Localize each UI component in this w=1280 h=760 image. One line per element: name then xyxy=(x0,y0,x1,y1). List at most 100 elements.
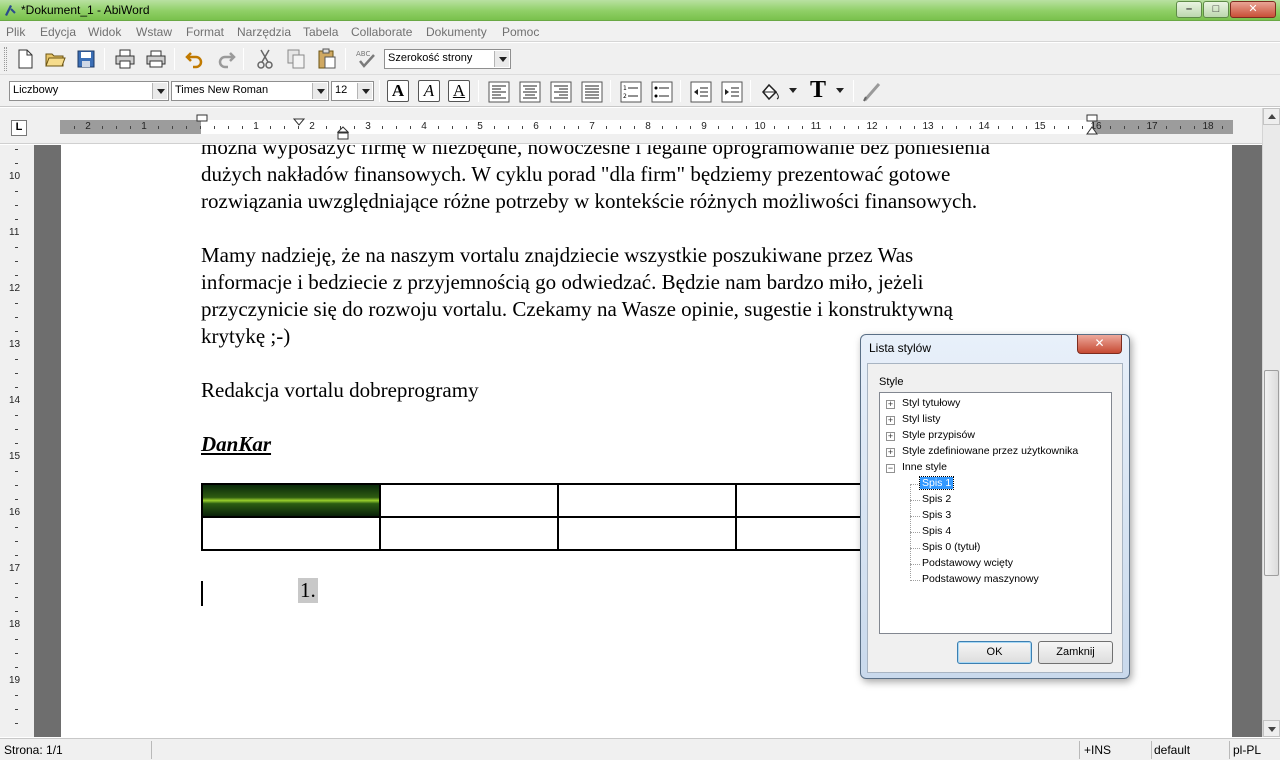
minimize-button[interactable]: – xyxy=(1176,1,1202,18)
tree-category[interactable]: Styl tytułowy xyxy=(902,397,960,409)
save-icon[interactable] xyxy=(74,47,98,71)
margin-marker-icon[interactable] xyxy=(196,114,208,122)
paragraph-2-line-1[interactable]: Mamy nadzieję, że na naszym vortalu znaj… xyxy=(201,242,913,269)
tree-category[interactable]: Styl listy xyxy=(902,413,941,425)
new-document-icon[interactable] xyxy=(13,47,37,71)
bullet-list-icon[interactable] xyxy=(650,80,674,104)
expand-icon[interactable]: + xyxy=(886,416,895,425)
chevron-down-icon[interactable] xyxy=(152,83,167,99)
left-indent-icon[interactable] xyxy=(337,126,349,140)
menu-widok[interactable]: Widok xyxy=(88,25,121,39)
paragraph-style-select[interactable]: Liczbowy xyxy=(9,81,169,101)
right-indent-icon[interactable] xyxy=(1086,126,1098,136)
styles-tree[interactable]: + Styl tytułowy + Styl listy + Style przypisó… xyxy=(879,392,1112,634)
cut-icon[interactable] xyxy=(253,47,277,71)
increase-indent-icon[interactable] xyxy=(720,80,744,104)
menu-wstaw[interactable]: Wstaw xyxy=(136,25,172,39)
dialog-close-button[interactable]: ✕ xyxy=(1077,335,1122,354)
decrease-indent-icon[interactable] xyxy=(689,80,713,104)
close-window-button[interactable]: ✕ xyxy=(1230,1,1276,18)
chevron-down-icon[interactable] xyxy=(835,84,845,94)
align-right-icon[interactable] xyxy=(549,80,573,104)
expand-icon[interactable]: + xyxy=(886,400,895,409)
underline-button[interactable]: A xyxy=(448,80,470,102)
print-icon[interactable] xyxy=(113,47,137,71)
collapse-icon[interactable]: − xyxy=(886,464,895,473)
tree-category[interactable]: Inne style xyxy=(902,461,947,473)
tree-category[interactable]: Style przypisów xyxy=(902,429,975,441)
scroll-up-button[interactable] xyxy=(1263,108,1280,125)
redo-icon[interactable] xyxy=(214,47,238,71)
paragraph-2-line-4[interactable]: krytykę ;-) xyxy=(201,323,290,350)
toolbar-grip[interactable] xyxy=(4,47,7,71)
chevron-down-icon[interactable] xyxy=(494,51,509,67)
table-cell[interactable] xyxy=(557,483,737,518)
highlight-fill-icon[interactable] xyxy=(758,80,782,104)
table-cell[interactable] xyxy=(557,516,737,551)
expand-icon[interactable]: + xyxy=(886,432,895,441)
menu-plik[interactable]: Plik xyxy=(6,25,25,39)
margin-marker-icon[interactable] xyxy=(1086,114,1098,122)
tree-item[interactable]: Spis 3 xyxy=(922,509,951,521)
tree-item-selected[interactable]: Spis 1 xyxy=(918,476,955,490)
tree-item[interactable]: Podstawowy maszynowy xyxy=(922,573,1039,585)
insert-mode[interactable]: +INS xyxy=(1082,741,1152,759)
paragraph-1-line-2[interactable]: dużych nakładów finansowych. W cyklu por… xyxy=(201,161,950,188)
text-color-button[interactable]: T xyxy=(806,78,830,102)
font-size-select[interactable]: 12 xyxy=(331,81,374,101)
paragraph-3[interactable]: Redakcja vortalu dobreprogramy xyxy=(201,377,479,404)
paste-icon[interactable] xyxy=(315,47,339,71)
align-center-icon[interactable] xyxy=(518,80,542,104)
pen-icon[interactable] xyxy=(861,80,885,104)
document-table[interactable] xyxy=(201,483,915,551)
paragraph-1-line-3[interactable]: rozwiązania uwzględniające różne potrzeb… xyxy=(201,188,977,215)
table-cell-image[interactable] xyxy=(201,483,381,518)
chevron-down-icon[interactable] xyxy=(788,84,798,94)
tree-item[interactable]: Spis 0 (tytuł) xyxy=(922,541,980,553)
zamknij-button[interactable]: Zamknij xyxy=(1038,641,1113,664)
menu-pomoc[interactable]: Pomoc xyxy=(502,25,539,39)
paragraph-1-line-1[interactable]: można wyposażyć firmę w niezbędne, nowoc… xyxy=(201,145,990,161)
signature[interactable]: DanKar xyxy=(201,431,271,458)
first-line-indent-icon[interactable] xyxy=(293,118,305,126)
tree-item[interactable]: Spis 4 xyxy=(922,525,951,537)
ok-button[interactable]: OK xyxy=(957,641,1032,664)
align-left-icon[interactable] xyxy=(487,80,511,104)
table-cell[interactable] xyxy=(379,516,559,551)
justify-icon[interactable] xyxy=(580,80,604,104)
tree-category[interactable]: Style zdefiniowane przez użytkownika xyxy=(902,445,1078,457)
numbered-list-icon[interactable]: 12 xyxy=(619,80,643,104)
menu-dokumenty[interactable]: Dokumenty xyxy=(426,25,487,39)
print-preview-icon[interactable] xyxy=(144,47,168,71)
table-cell[interactable] xyxy=(379,483,559,518)
paragraph-2-line-3[interactable]: przyczynicie się do rozwoju vortalu. Cze… xyxy=(201,296,953,323)
zoom-select[interactable]: Szerokość strony xyxy=(384,49,511,69)
tab-selector[interactable]: L xyxy=(11,120,27,136)
menu-collaborate[interactable]: Collaborate xyxy=(351,25,412,39)
tree-item[interactable]: Spis 2 xyxy=(922,493,951,505)
vertical-ruler[interactable]: 10 11 12 13 14 15 16 17 18 19 xyxy=(0,145,34,737)
copy-icon[interactable] xyxy=(284,47,308,71)
menu-tabela[interactable]: Tabela xyxy=(303,25,338,39)
menu-format[interactable]: Format xyxy=(186,25,224,39)
menu-edycja[interactable]: Edycja xyxy=(40,25,76,39)
vertical-scrollbar[interactable] xyxy=(1262,108,1280,737)
expand-icon[interactable]: + xyxy=(886,448,895,457)
spellcheck-icon[interactable]: ABC xyxy=(354,47,378,71)
chevron-down-icon[interactable] xyxy=(357,83,372,99)
menu-narzedzia[interactable]: Narzędzia xyxy=(237,25,291,39)
font-family-select[interactable]: Times New Roman xyxy=(171,81,329,101)
bold-button[interactable]: A xyxy=(387,80,409,102)
table-cell[interactable] xyxy=(201,516,381,551)
italic-button[interactable]: A xyxy=(418,80,440,102)
open-folder-icon[interactable] xyxy=(43,47,67,71)
scroll-down-button[interactable] xyxy=(1263,720,1280,737)
horizontal-ruler[interactable]: L 2 1 1 2 3 4 5 6 7 8 9 10 11 12 13 14 15 16 17 18 xyxy=(0,108,1280,144)
undo-icon[interactable] xyxy=(183,47,207,71)
tree-item[interactable]: Podstawowy wcięty xyxy=(922,557,1013,569)
maximize-button[interactable]: □ xyxy=(1203,1,1229,18)
list-number[interactable]: 1. xyxy=(298,578,318,603)
paragraph-2-line-2[interactable]: informacje i bedziecie z przyjemnością g… xyxy=(201,269,923,296)
chevron-down-icon[interactable] xyxy=(312,83,327,99)
scroll-thumb[interactable] xyxy=(1264,370,1279,576)
